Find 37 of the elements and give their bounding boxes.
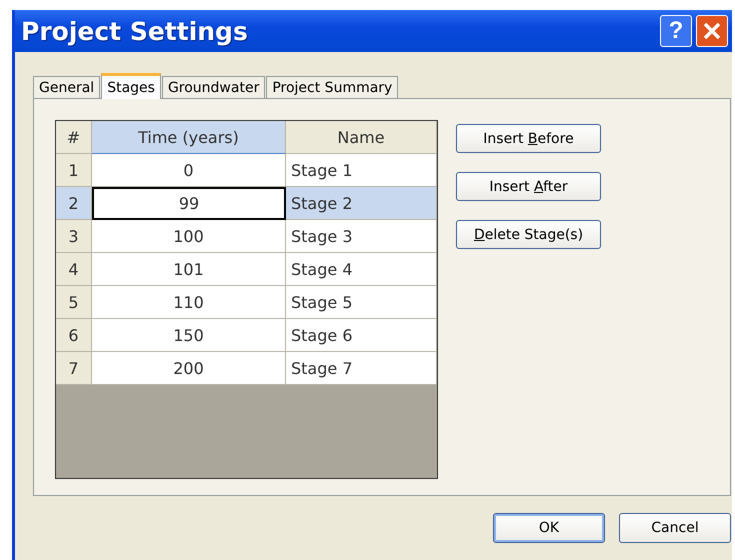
table-cell[interactable]: Stage 4 bbox=[286, 253, 437, 286]
tab[interactable]: Project Summary bbox=[266, 76, 398, 98]
close-icon bbox=[702, 21, 722, 41]
row-number: 1 bbox=[56, 154, 92, 187]
cancel-button[interactable]: Cancel bbox=[619, 513, 731, 543]
close-button[interactable] bbox=[696, 15, 728, 47]
table-cell[interactable]: 101 bbox=[92, 253, 286, 286]
grid-action-button[interactable]: Delete Stage(s) bbox=[456, 220, 601, 249]
table-cell[interactable]: 200 bbox=[92, 352, 286, 385]
table-cell[interactable]: 100 bbox=[92, 220, 286, 253]
grid-action-button[interactable]: Insert After bbox=[456, 172, 601, 201]
ok-button[interactable]: OK bbox=[493, 513, 605, 543]
row-number: 2 bbox=[56, 187, 92, 220]
row-number: 3 bbox=[56, 220, 92, 253]
table-cell[interactable]: Stage 5 bbox=[286, 286, 437, 319]
row-number: 4 bbox=[56, 253, 92, 286]
table-cell[interactable]: Stage 6 bbox=[286, 319, 437, 352]
row-number: 7 bbox=[56, 352, 92, 385]
table-cell[interactable]: Stage 7 bbox=[286, 352, 437, 385]
table-cell[interactable]: 99 bbox=[92, 187, 286, 220]
table-cell[interactable]: 150 bbox=[92, 319, 286, 352]
column-header[interactable]: # bbox=[56, 121, 92, 154]
table-cell[interactable]: 110 bbox=[92, 286, 286, 319]
table-cell[interactable]: Stage 1 bbox=[286, 154, 437, 187]
table-cell[interactable]: 0 bbox=[92, 154, 286, 187]
window-title: Project Settings bbox=[21, 16, 249, 46]
column-header[interactable]: Time (years) bbox=[92, 121, 286, 154]
column-header[interactable]: Name bbox=[286, 121, 437, 154]
row-number: 6 bbox=[56, 319, 92, 352]
table-cell[interactable]: Stage 2 bbox=[286, 187, 437, 220]
help-button[interactable]: ? bbox=[660, 15, 692, 47]
row-number: 5 bbox=[56, 286, 92, 319]
tab[interactable]: Groundwater bbox=[162, 76, 266, 98]
table-cell[interactable]: Stage 3 bbox=[286, 220, 437, 253]
tab[interactable]: Stages bbox=[101, 73, 161, 99]
tab[interactable]: General bbox=[33, 76, 100, 98]
grid-action-button[interactable]: Insert Before bbox=[456, 124, 601, 153]
